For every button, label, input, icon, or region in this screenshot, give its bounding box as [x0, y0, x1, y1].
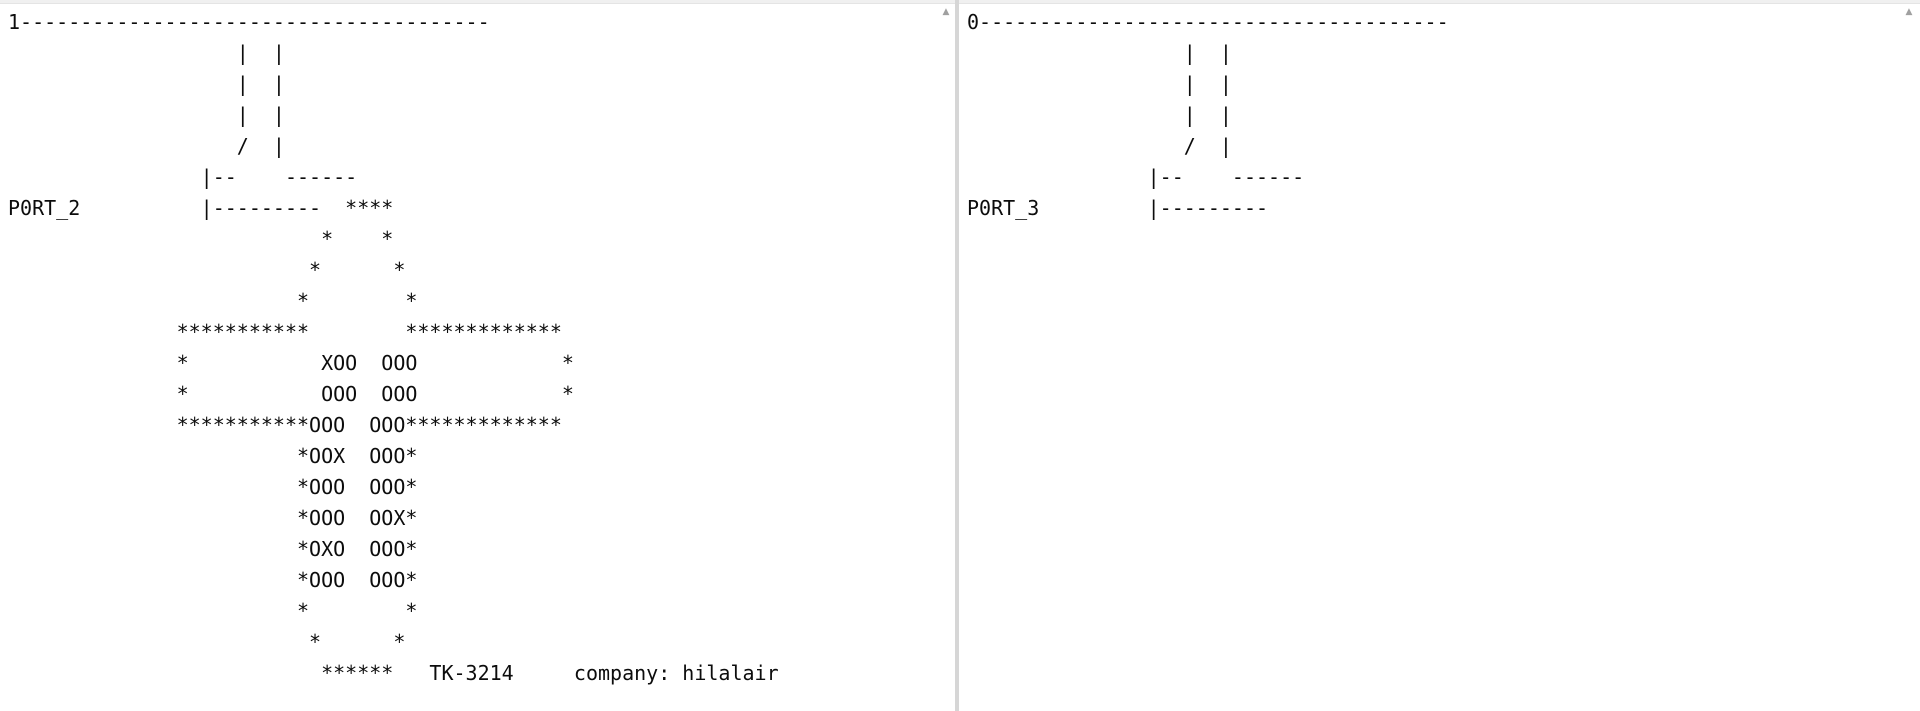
left-line: * *	[8, 599, 418, 623]
left-console-output: 1---------------------------------------…	[0, 4, 957, 689]
left-line: *********** *************	[8, 320, 562, 344]
screen: ▲ 1-------------------------------------…	[0, 0, 1920, 711]
right-line: |-- ------	[967, 165, 1305, 189]
scroll-up-arrow-icon[interactable]: ▲	[1900, 6, 1918, 18]
right-console-output: 0---------------------------------------…	[959, 4, 1920, 224]
left-line: * *	[8, 630, 406, 654]
left-line: | |	[8, 41, 285, 65]
left-line: P0RT_2 |--------- ****	[8, 196, 394, 220]
right-line: / |	[967, 134, 1232, 158]
left-console-pane[interactable]: ▲ 1-------------------------------------…	[0, 3, 957, 711]
left-line: * *	[8, 258, 406, 282]
right-line: P0RT_3 |---------	[967, 196, 1269, 220]
left-line: * OOO OOO *	[8, 382, 574, 406]
left-line: * *	[8, 289, 418, 313]
right-line: 0---------------------------------------	[967, 10, 1449, 34]
right-console-pane[interactable]: ▲ 0-------------------------------------…	[959, 3, 1920, 711]
left-line: | |	[8, 72, 285, 96]
scroll-up-arrow-icon[interactable]: ▲	[937, 6, 955, 18]
left-line: ***********OOO OOO*************	[8, 413, 562, 437]
left-line: / |	[8, 134, 285, 158]
left-line: 1---------------------------------------	[8, 10, 490, 34]
left-line: ****** TK-3214 company: hilalair	[8, 661, 779, 685]
left-line: *OXO OOO*	[8, 537, 418, 561]
left-line: | |	[8, 103, 285, 127]
right-line: | |	[967, 103, 1232, 127]
right-line: | |	[967, 41, 1232, 65]
left-line: * *	[8, 227, 394, 251]
right-line: | |	[967, 72, 1232, 96]
left-line: *OOO OOX*	[8, 506, 418, 530]
left-line: *OOX OOO*	[8, 444, 418, 468]
left-line: *OOO OOO*	[8, 568, 418, 592]
left-line: * XOO OOO *	[8, 351, 574, 375]
left-line: *OOO OOO*	[8, 475, 418, 499]
left-line: |-- ------	[8, 165, 358, 189]
